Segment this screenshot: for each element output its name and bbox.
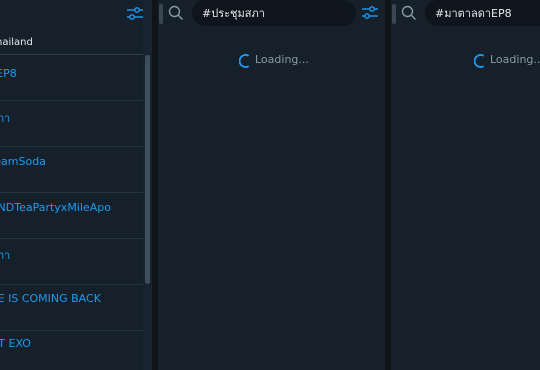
scrollbar-thumb[interactable] [145, 55, 150, 284]
search-column: Loading... [158, 0, 385, 370]
trend-item[interactable]: ANDTeaPartyxMileApo [0, 193, 143, 239]
trend-name[interactable]: ANDTeaPartyxMileApo [0, 201, 111, 214]
trend-item[interactable]: HT EXO [0, 331, 143, 370]
trend-name[interactable]: าEP8 [0, 64, 17, 82]
trend-name[interactable]: reamSoda [0, 155, 46, 168]
search-icon [168, 5, 183, 20]
trends-location-label: hailand [0, 37, 33, 48]
loading-text: Loading... [255, 53, 309, 66]
trends-column-title: ภ [0, 4, 1, 25]
search-field[interactable] [425, 0, 540, 26]
filter-settings-icon[interactable] [126, 5, 144, 23]
loading-spinner-icon [474, 54, 484, 68]
trend-name[interactable]: สภา [0, 246, 10, 264]
search-field[interactable] [192, 0, 356, 26]
trends-column-header: ภ [0, 0, 152, 28]
trend-name[interactable]: HT EXO [0, 337, 31, 350]
loading-text: Loading... [490, 53, 540, 66]
search-icon [401, 5, 416, 20]
trend-name[interactable]: สภา [0, 109, 10, 127]
search-input[interactable] [435, 0, 540, 26]
trend-item[interactable]: สภา [0, 239, 143, 285]
search-column-header [391, 0, 540, 26]
search-column-header [158, 0, 385, 26]
trend-name[interactable]: RE IS COMING BACK [0, 292, 101, 305]
trend-item[interactable]: RE IS COMING BACK ว [0, 285, 143, 331]
trend-item[interactable]: าEP8 ว [0, 55, 143, 101]
loading-spinner-icon [239, 54, 249, 68]
filter-settings-icon[interactable] [361, 4, 379, 22]
trend-item[interactable]: reamSoda [0, 147, 143, 193]
search-column: Loading... [391, 0, 540, 370]
search-input[interactable] [202, 0, 354, 26]
trends-column: ภ hailand าEP8 ว สภา reamSoda ANDTeaPart… [0, 0, 152, 370]
trend-item[interactable]: สภา [0, 101, 143, 147]
drag-handle-icon[interactable] [392, 4, 396, 24]
drag-handle-icon[interactable] [159, 4, 163, 24]
